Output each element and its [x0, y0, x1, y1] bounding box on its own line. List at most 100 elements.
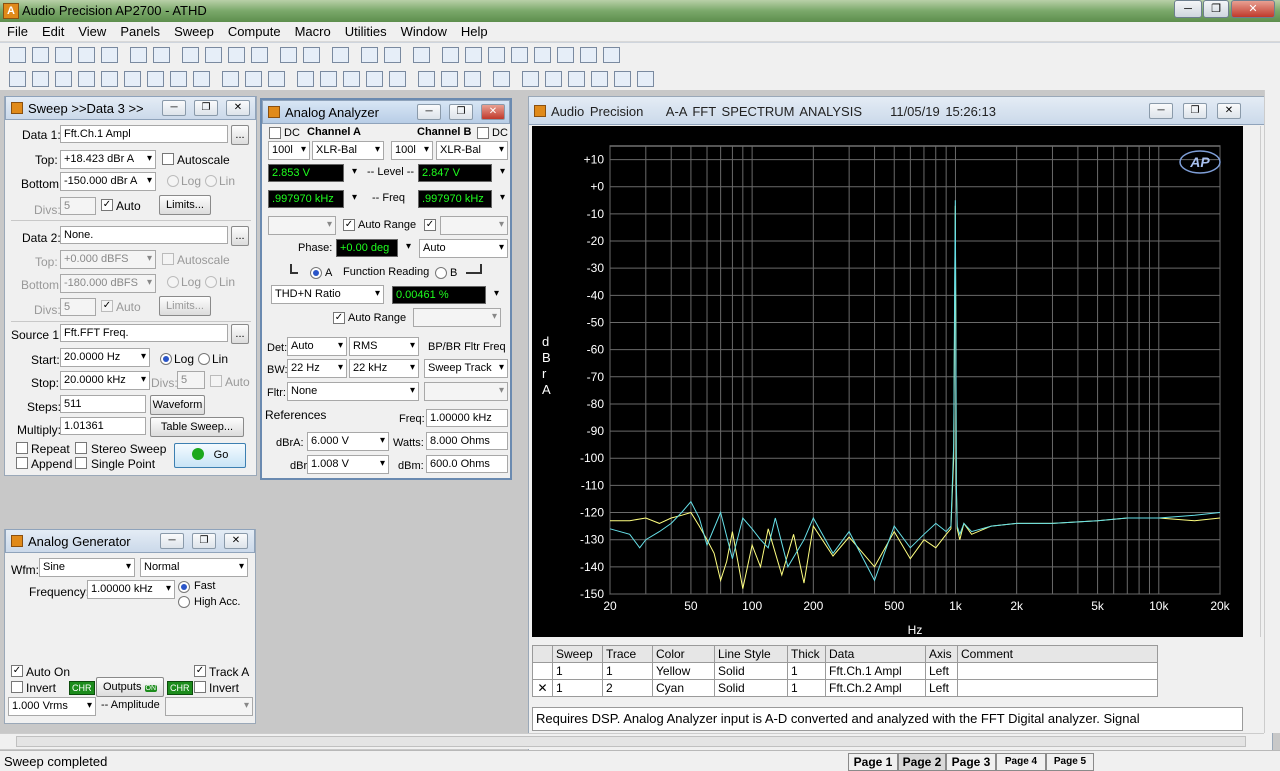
lin2-radio[interactable]	[205, 276, 217, 288]
new-icon[interactable]	[9, 47, 26, 63]
amplitude-field[interactable]: 1.000 Vrms	[8, 697, 96, 716]
legend-cell[interactable]: Solid	[714, 662, 788, 680]
sweep-restore-button[interactable]: ❐	[194, 100, 218, 116]
go-icon[interactable]	[280, 47, 297, 63]
det-type-select[interactable]: RMS	[349, 337, 419, 356]
function-select[interactable]: THD+N Ratio	[271, 285, 384, 304]
multiply-field[interactable]: 1.01361	[60, 417, 146, 435]
track-a-checkbox[interactable]: ✓	[194, 665, 206, 677]
stop2-icon[interactable]	[488, 47, 505, 63]
source1-field[interactable]: Fft.FFT Freq.	[60, 324, 228, 342]
input-a-select[interactable]: XLR-Bal	[312, 141, 384, 160]
graph-icon[interactable]	[332, 47, 349, 63]
sweep-minimize-button[interactable]: ─	[162, 100, 186, 116]
append-checkbox[interactable]	[16, 457, 28, 469]
step-icon[interactable]	[557, 47, 574, 63]
bottom-field[interactable]: -150.000 dBr A	[60, 172, 156, 191]
undo-icon[interactable]	[182, 47, 199, 63]
go-button[interactable]: Go	[174, 443, 246, 468]
grid5-icon[interactable]	[591, 71, 608, 87]
dc-b-checkbox[interactable]	[477, 127, 489, 139]
grid2-icon[interactable]	[522, 71, 539, 87]
settings-icon[interactable]	[413, 47, 430, 63]
play-icon[interactable]	[442, 47, 459, 63]
autoscale-checkbox[interactable]	[162, 153, 174, 165]
fast-radio[interactable]	[178, 581, 190, 593]
limits-button[interactable]: Limits...	[159, 195, 211, 215]
fltr2-select[interactable]	[424, 382, 508, 401]
log-scale-radio[interactable]	[160, 353, 172, 365]
bw-high-select[interactable]: 22 kHz	[349, 359, 419, 378]
invert-a-checkbox[interactable]	[11, 681, 23, 693]
copy-icon[interactable]	[228, 47, 245, 63]
menu-edit[interactable]: Edit	[35, 22, 71, 41]
panel-icon[interactable]	[384, 47, 401, 63]
dsp-icon[interactable]	[78, 71, 95, 87]
auto-range2-checkbox[interactable]: ✓	[333, 312, 345, 324]
open-icon[interactable]	[32, 47, 49, 63]
top-field[interactable]: +18.423 dBr A	[60, 150, 156, 169]
function-units-dropdown[interactable]	[486, 286, 502, 305]
range-a-select[interactable]: 100l	[268, 141, 310, 160]
auto-checkbox[interactable]: ✓	[101, 199, 113, 211]
scrollbar-thumb[interactable]	[16, 736, 1246, 747]
sweep-panel-titlebar[interactable]: Sweep >>Data 3 >> ─ ❐ ✕	[5, 96, 256, 120]
wow-icon[interactable]	[170, 71, 187, 87]
graph-comment[interactable]: Requires DSP. Analog Analyzer input is A…	[532, 707, 1243, 731]
freq-b-units-dropdown[interactable]	[492, 190, 508, 209]
legend-cell[interactable]	[957, 662, 1158, 680]
page-tab-1[interactable]: Page 1	[848, 753, 898, 771]
step-over-icon[interactable]	[603, 47, 620, 63]
pause-icon[interactable]	[465, 47, 482, 63]
bottom2-field[interactable]: -180.000 dBFS	[60, 274, 156, 293]
page-tab-5[interactable]: Page 5	[1046, 753, 1094, 771]
maximize-button[interactable]: ❐	[1203, 0, 1229, 18]
bw-low-select[interactable]: 22 Hz	[287, 359, 347, 378]
det-select[interactable]: Auto	[287, 337, 347, 356]
link-icon[interactable]	[361, 47, 378, 63]
range-mode-select[interactable]	[268, 216, 336, 235]
harmonic-icon[interactable]	[124, 71, 141, 87]
repeat-checkbox[interactable]	[16, 442, 28, 454]
generator-close-button[interactable]: ✕	[224, 533, 248, 549]
page-tab-3[interactable]: Page 3	[946, 753, 996, 771]
wfm-mode-select[interactable]: Normal	[140, 558, 248, 577]
grid3-icon[interactable]	[545, 71, 562, 87]
high-acc-radio[interactable]	[178, 596, 190, 608]
print-icon[interactable]	[130, 47, 147, 63]
plot-area[interactable]: +10 +0 -10 -20 -30 -40 -50 -60 -70 -80 -90 -100 -110…	[532, 126, 1243, 637]
wfm-select[interactable]: Sine	[39, 558, 135, 577]
meter-icon[interactable]	[418, 71, 435, 87]
reading-a-radio[interactable]	[310, 267, 322, 279]
lin-radio[interactable]	[205, 175, 217, 187]
fft-icon[interactable]	[101, 71, 118, 87]
auto-range-checkbox[interactable]: ✓	[343, 219, 355, 231]
minimize-button[interactable]: ─	[1174, 0, 1202, 18]
binoculars-icon[interactable]	[534, 47, 551, 63]
steps-field[interactable]: 511	[60, 395, 146, 413]
sweep-close-button[interactable]: ✕	[226, 100, 250, 116]
legend-row-checkbox[interactable]	[532, 662, 553, 680]
dbra-field[interactable]: 6.000 V	[307, 432, 389, 451]
data1-browse-button[interactable]: ...	[231, 125, 249, 145]
grid6-icon[interactable]	[614, 71, 631, 87]
legend-cell[interactable]	[957, 679, 1158, 697]
frequency-field[interactable]: 1.00000 kHz	[87, 580, 175, 599]
menu-sweep[interactable]: Sweep	[167, 22, 221, 41]
step-into-icon[interactable]	[580, 47, 597, 63]
data2-field[interactable]: None.	[60, 226, 228, 244]
save-icon[interactable]	[78, 47, 95, 63]
table-icon[interactable]	[389, 71, 406, 87]
analyzer-close-button[interactable]: ✕	[481, 104, 505, 120]
log-radio[interactable]	[167, 175, 179, 187]
divs2-field[interactable]: 5	[60, 298, 96, 316]
cut-icon[interactable]	[205, 47, 222, 63]
legend-cell[interactable]: Yellow	[652, 662, 715, 680]
menu-view[interactable]: View	[71, 22, 113, 41]
auto-on-checkbox[interactable]: ✓	[11, 665, 23, 677]
ref-freq-field[interactable]: 1.00000 kHz	[426, 409, 508, 427]
single-point-checkbox[interactable]	[75, 457, 87, 469]
freq-a-units-dropdown[interactable]	[344, 190, 360, 209]
stop-icon[interactable]	[303, 47, 320, 63]
menu-window[interactable]: Window	[394, 22, 454, 41]
